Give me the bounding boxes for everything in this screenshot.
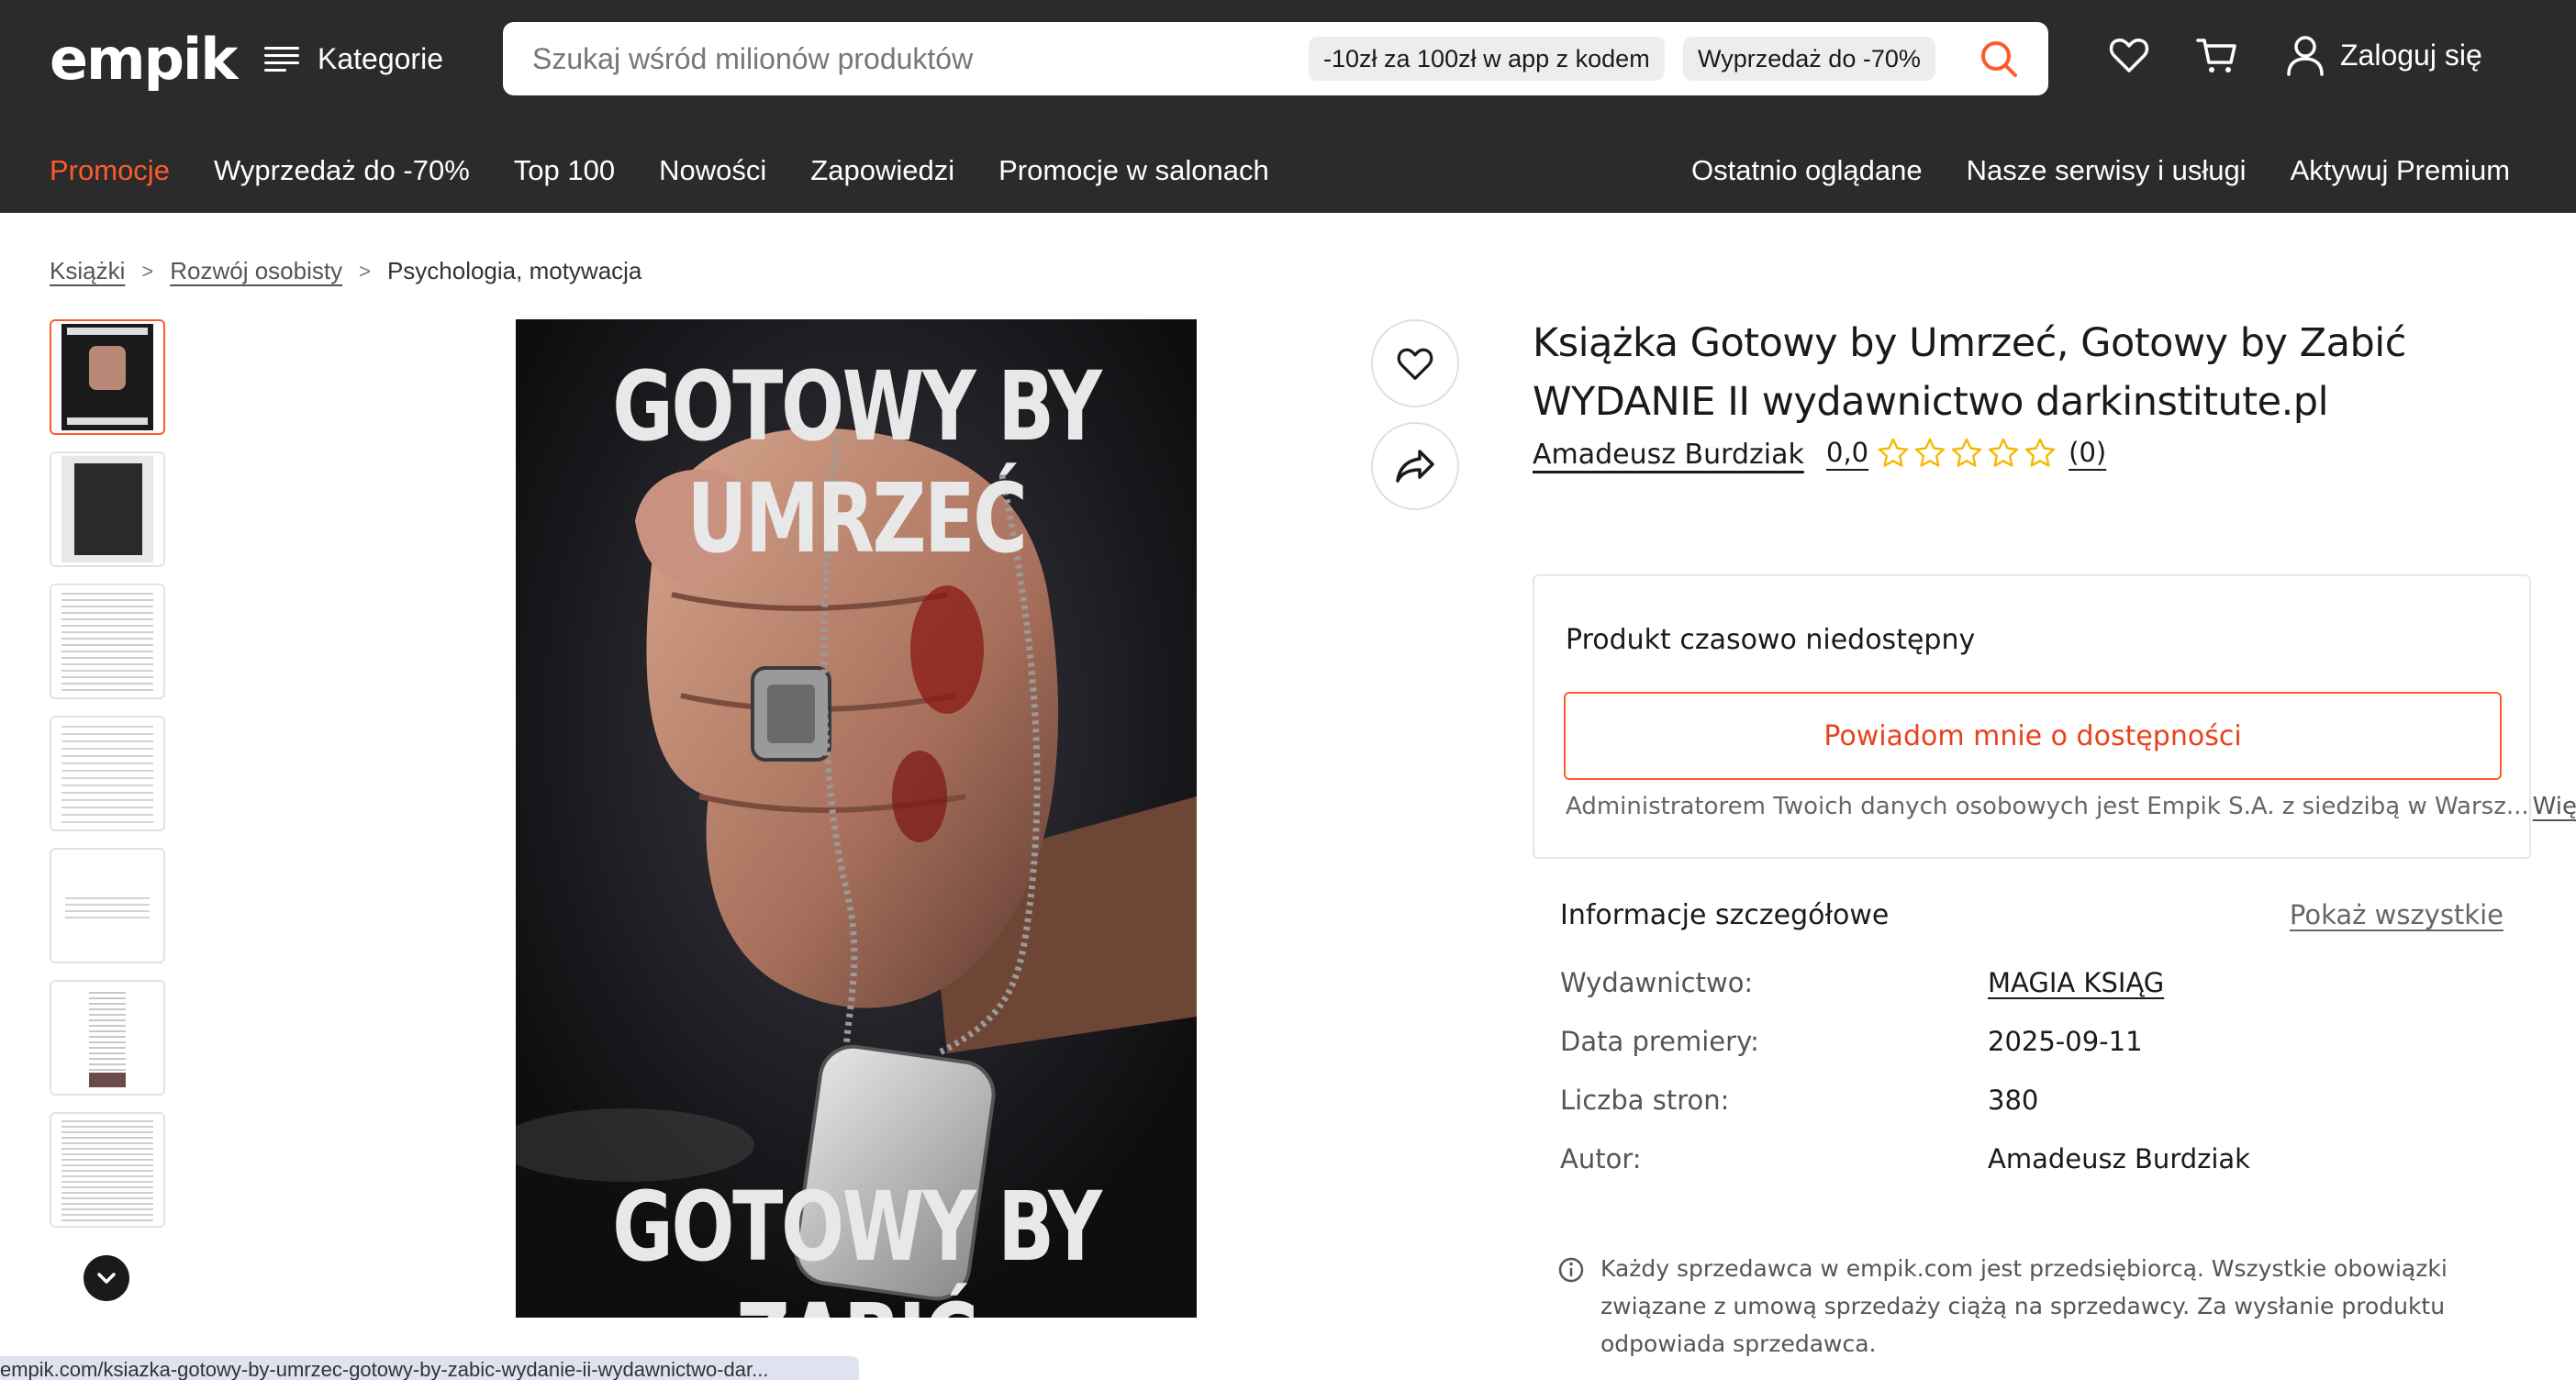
breadcrumb-item-ksiazki[interactable]: Książki (50, 257, 125, 285)
detail-value: 2025-09-11 (1988, 1026, 2143, 1057)
heart-icon (2109, 39, 2149, 72)
heart-icon (1397, 348, 1433, 380)
thumbnails-scroll-down[interactable] (84, 1255, 129, 1301)
details-heading: Informacje szczegółowe (1560, 899, 1890, 931)
share-icon (1396, 450, 1434, 483)
thumbnail-1[interactable] (50, 319, 165, 435)
search-icon (1981, 41, 2017, 77)
menu-icon (264, 45, 299, 72)
breadcrumb-item-current: Psychologia, motywacja (386, 257, 642, 284)
breadcrumb-separator: > (141, 259, 154, 283)
breadcrumb-item-rozwoj-osobisty[interactable]: Rozwój osobisty (170, 257, 342, 285)
thumbnail-5[interactable] (50, 848, 165, 963)
rating-value: 0,0 (1826, 437, 1869, 468)
product-cover-image[interactable]: GOTOWY BY UMRZEĆ GOTOWY BY ZABIĆ (516, 319, 1197, 1318)
detail-key: Wydawnictwo: (1560, 967, 1754, 998)
star-icon (2024, 438, 2056, 467)
star-icon (1878, 438, 1909, 467)
login-button[interactable]: Zaloguj się (2285, 31, 2482, 79)
star-icon (1951, 438, 1982, 467)
share-button[interactable] (1371, 422, 1459, 510)
login-label: Zaloguj się (2340, 38, 2482, 72)
empik-logo[interactable]: empik (50, 26, 239, 93)
cart-button[interactable] (2195, 33, 2239, 77)
availability-box: Produkt czasowo niedostępny Powiadom mni… (1533, 574, 2576, 859)
breadcrumb-separator: > (359, 259, 371, 283)
product-title: Książka Gotowy by Umrzeć, Gotowy by Zabi… (1533, 320, 2406, 425)
promo-chip-app-code[interactable]: -10zł za 100zł w app z kodem (1309, 37, 1665, 81)
categories-button[interactable]: Kategorie (264, 35, 443, 83)
search-bar: -10zł za 100zł w app z kodem Wyprzedaż d… (503, 22, 2048, 95)
product-rating[interactable]: 0,0 (0) (1826, 437, 2106, 468)
search-button[interactable] (1979, 39, 2019, 79)
site-header: empik Kategorie -10zł za 100zł w app z k… (0, 0, 2576, 213)
details-header: Informacje szczegółowe Pokaż wszystkie (1560, 899, 2504, 931)
link-preview-status-bar: empik.com/ksiazka-gotowy-by-umrzec-gotow… (0, 1356, 859, 1380)
review-count[interactable]: (0) (2069, 437, 2106, 468)
thumbnail-7[interactable] (50, 1112, 165, 1228)
availability-status: Produkt czasowo niedostępny (1566, 624, 1976, 656)
show-all-link[interactable]: Pokaż wszystkie (2290, 899, 2504, 931)
cover-title-bottom: GOTOWY BY ZABIĆ (612, 1171, 1102, 1318)
star-icon (1988, 438, 2019, 467)
nav-item-zapowiedzi[interactable]: Zapowiedzi (810, 154, 954, 187)
more-link[interactable]: Więcej (2533, 793, 2576, 820)
chevron-down-icon (97, 1273, 116, 1284)
categories-label: Kategorie (318, 41, 443, 75)
promo-chip-sale[interactable]: Wyprzedaż do -70% (1683, 37, 1935, 81)
nav-item-serwisy[interactable]: Nasze serwisy i usługi (1967, 154, 2247, 187)
nav-item-nowosci[interactable]: Nowości (659, 154, 766, 187)
star-icon (1914, 438, 1946, 467)
secondary-nav: Ostatnio oglądane Nasze serwisy i usługi… (1691, 152, 2510, 189)
search-input[interactable] (532, 41, 1248, 76)
seller-notice-line-2: związane z umową sprzedaży ciążą na sprz… (1600, 1293, 2446, 1319)
cover-title-top: GOTOWY BY UMRZEĆ (612, 351, 1102, 574)
notify-availability-button[interactable]: Powiadom mnie o dostępności (1564, 692, 2502, 780)
detail-value: 380 (1988, 1085, 2039, 1116)
author-link[interactable]: Amadeusz Burdziak (1533, 439, 1804, 471)
thumbnail-2[interactable] (50, 451, 165, 567)
rating-stars (1878, 438, 2056, 467)
nav-item-top-100[interactable]: Top 100 (514, 154, 615, 187)
main-nav: Promocje Wyprzedaż do -70% Top 100 Nowoś… (50, 152, 1269, 189)
seller-notice-line-1: Każdy sprzedawca w empik.com jest przeds… (1600, 1255, 2448, 1282)
info-icon (1558, 1257, 1584, 1283)
seller-notice-line-3: odpowiada sprzedawca. (1600, 1330, 1877, 1357)
wishlist-button[interactable] (2107, 33, 2151, 77)
nav-item-promocje-w-salonach[interactable]: Promocje w salonach (998, 154, 1269, 187)
nav-item-wyprzedaz[interactable]: Wyprzedaż do -70% (214, 154, 470, 187)
add-to-wishlist-button[interactable] (1371, 319, 1459, 407)
cart-icon (2196, 39, 2236, 72)
breadcrumb: Książki > Rozwój osobisty > Psychologia,… (50, 257, 641, 285)
data-admin-text: Administratorem Twoich danych osobowych … (1566, 793, 2529, 820)
publisher-link[interactable]: MAGIA KSIĄG (1988, 967, 2164, 998)
user-icon (2287, 36, 2324, 76)
detail-key: Autor: (1560, 1143, 1642, 1174)
nav-item-ostatnio-ogladane[interactable]: Ostatnio oglądane (1691, 154, 1923, 187)
detail-key: Data premiery: (1560, 1026, 1759, 1057)
nav-item-aktywuj-premium[interactable]: Aktywuj Premium (2291, 154, 2510, 187)
detail-key: Liczba stron: (1560, 1085, 1730, 1116)
data-admin-notice: Administratorem Twoich danych osobowych … (1566, 793, 2576, 820)
thumbnail-3[interactable] (50, 584, 165, 699)
thumbnail-6[interactable] (50, 980, 165, 1096)
detail-value: Amadeusz Burdziak (1988, 1143, 2250, 1174)
thumbnail-4[interactable] (50, 716, 165, 831)
seller-notice: Każdy sprzedawca w empik.com jest przeds… (1558, 1250, 2531, 1363)
nav-item-promocje[interactable]: Promocje (50, 154, 170, 187)
